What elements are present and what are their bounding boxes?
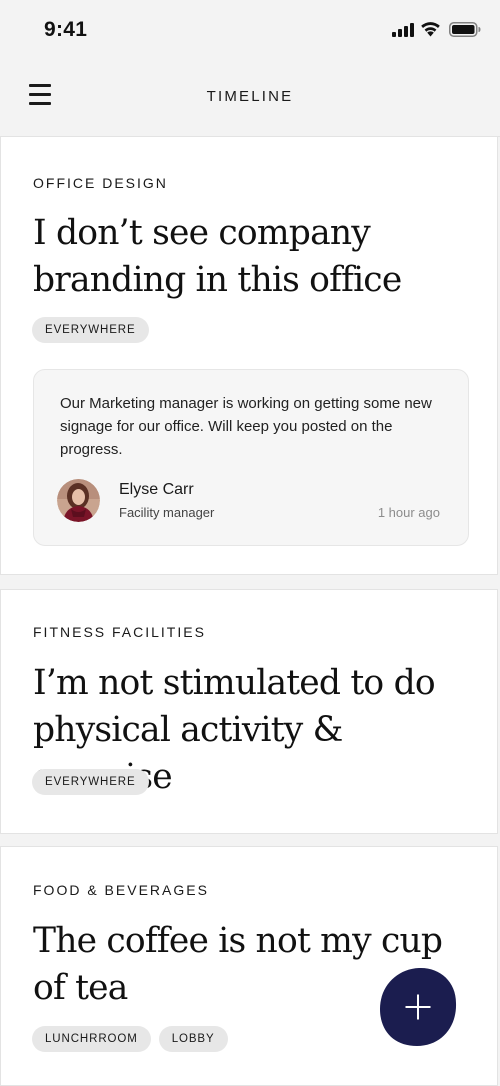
avatar xyxy=(57,479,100,522)
location-tag[interactable]: EVERYWHERE xyxy=(32,769,149,795)
feedback-card[interactable]: OFFICE DESIGN I don’t see company brandi… xyxy=(0,136,498,575)
location-tag[interactable]: LUNCHRROOM xyxy=(32,1026,151,1052)
card-title: I don’t see company branding in this off… xyxy=(33,210,473,304)
author-name: Elyse Carr xyxy=(119,481,194,498)
card-tags: LUNCHRROOM LOBBY xyxy=(32,1026,228,1052)
card-title-line: The coffee is not my cup xyxy=(33,921,443,961)
card-category: FITNESS FACILITIES xyxy=(33,624,206,640)
feedback-card[interactable]: FOOD & BEVERAGES The coffee is not my cu… xyxy=(0,846,498,1086)
app-header: TIMELINE xyxy=(0,60,500,137)
location-tag[interactable]: LOBBY xyxy=(158,1026,228,1052)
reply-timestamp: 1 hour ago xyxy=(377,505,440,520)
card-title-line: branding in this office xyxy=(33,260,402,300)
reply-box[interactable]: Our Marketing manager is working on gett… xyxy=(33,369,469,546)
status-bar: 9:41 xyxy=(0,0,500,60)
card-category: FOOD & BEVERAGES xyxy=(33,882,209,898)
battery-icon xyxy=(449,22,481,37)
author-role: Facility manager xyxy=(119,505,215,520)
card-title-line: I’m not stimulated to do xyxy=(33,663,436,703)
feedback-card[interactable]: FITNESS FACILITIES I’m not stimulated to… xyxy=(0,589,498,834)
card-title-line: of tea xyxy=(33,968,128,1008)
page-title: TIMELINE xyxy=(206,88,294,105)
card-tags: EVERYWHERE xyxy=(32,317,149,343)
add-feedback-button[interactable] xyxy=(379,967,457,1047)
location-tag[interactable]: EVERYWHERE xyxy=(32,317,149,343)
card-tags: EVERYWHERE xyxy=(32,769,149,795)
wifi-icon xyxy=(421,22,440,37)
reply-text: Our Marketing manager is working on gett… xyxy=(60,395,432,458)
card-category: OFFICE DESIGN xyxy=(33,175,168,191)
status-time: 9:41 xyxy=(44,18,88,41)
cellular-signal-icon xyxy=(392,23,414,37)
card-title-line: I don’t see company xyxy=(33,213,371,253)
